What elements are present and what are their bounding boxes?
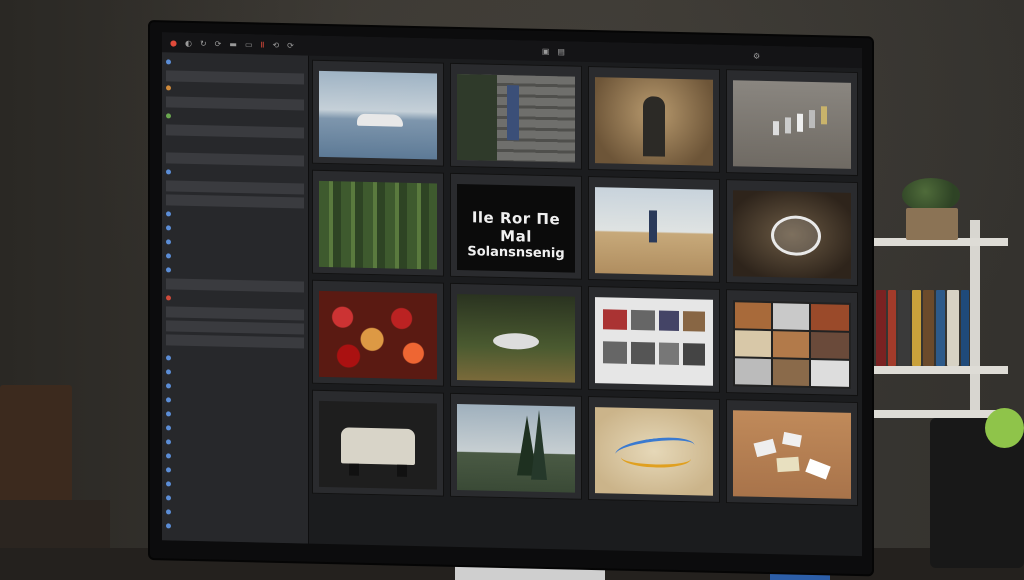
monitor: ● ◐ ↻ ⟳ ▬ ▭ Ⅱ ⟲ ⟳ ▣ ▤ ⚙ Ile Ror Πe Mal S…	[150, 22, 872, 575]
sidebar-panel	[162, 52, 309, 544]
sidebar-item[interactable]	[166, 306, 304, 321]
photo-grid-thumbnail	[733, 300, 851, 389]
sidebar-item[interactable]	[166, 194, 304, 209]
photo-grid: Ile Ror Πe Mal Solansnsenig	[312, 59, 858, 556]
calligraphy-art-photo	[595, 407, 713, 496]
sidebar-item[interactable]	[166, 366, 304, 380]
sidebar-item[interactable]	[166, 380, 304, 394]
sidebar-item[interactable]	[166, 56, 304, 70]
objects-still-life-photo	[733, 80, 851, 169]
book	[876, 290, 886, 366]
sidebar-item[interactable]	[166, 408, 304, 422]
sidebar-item[interactable]	[166, 506, 304, 520]
green-object	[985, 408, 1024, 448]
photo-cell[interactable]	[726, 179, 858, 287]
sidebar-item[interactable]	[166, 124, 304, 139]
photo-cell[interactable]	[312, 389, 444, 497]
toolbar-icon[interactable]: ⟲	[272, 40, 279, 49]
photo-cell[interactable]	[588, 65, 720, 173]
sculpture-in-forest-photo	[457, 293, 575, 383]
photo-cell[interactable]: Ile Ror Πe Mal Solansnsenig	[450, 172, 582, 280]
man-portrait-photo	[595, 77, 713, 166]
photo-cell[interactable]	[588, 175, 720, 283]
book	[961, 290, 969, 366]
sidebar-item[interactable]	[166, 264, 304, 278]
sidebar-item[interactable]	[166, 236, 304, 250]
sidebar-item[interactable]	[166, 152, 304, 167]
toolbar-icon[interactable]: ⚙	[753, 51, 760, 60]
photo-cell[interactable]	[312, 169, 444, 277]
sidebar-item[interactable]	[166, 464, 304, 478]
glass-sphere-photo	[733, 190, 851, 279]
photo-cell[interactable]	[588, 395, 720, 503]
photo-cell[interactable]	[726, 399, 858, 507]
classic-car-photo	[319, 400, 437, 490]
sidebar-item[interactable]	[166, 492, 304, 506]
sidebar-item[interactable]	[166, 166, 304, 180]
photo-cell[interactable]	[726, 289, 858, 397]
sidebar-item[interactable]	[166, 82, 304, 96]
sidebar-item[interactable]	[166, 320, 304, 335]
sidebar-item[interactable]	[166, 208, 304, 222]
shelf-board-middle	[868, 366, 1008, 374]
plant-pot	[906, 208, 958, 240]
photo-cell[interactable]	[588, 285, 720, 393]
landscape-trees-photo	[457, 403, 575, 493]
toolbar-icon[interactable]: ▣	[542, 46, 550, 55]
book	[898, 290, 910, 366]
person-on-stairs-photo	[457, 73, 575, 163]
sidebar-item[interactable]	[166, 96, 304, 111]
book	[947, 290, 959, 366]
sidebar-item[interactable]	[166, 180, 304, 195]
man-in-desert-photo	[595, 187, 713, 276]
poster-title: Ile Ror Πe Mal	[471, 208, 561, 246]
book	[923, 290, 934, 366]
monitor-screen: ● ◐ ↻ ⟳ ▬ ▭ Ⅱ ⟲ ⟳ ▣ ▤ ⚙ Ile Ror Πe Mal S…	[162, 32, 862, 557]
toolbar-icon[interactable]: ●	[170, 38, 177, 47]
toolbar-icon[interactable]: Ⅱ	[261, 40, 265, 49]
sidebar-item[interactable]	[166, 110, 304, 124]
sidebar-item[interactable]	[166, 352, 304, 366]
sidebar-item[interactable]	[166, 436, 304, 450]
sidebar-item[interactable]	[166, 292, 304, 306]
sidebar-item[interactable]	[166, 394, 304, 408]
poster-thumbnail: Ile Ror Πe Mal Solansnsenig	[457, 183, 575, 273]
toolbar-icon[interactable]: ↻	[200, 39, 207, 48]
photo-collage-thumbnail	[595, 297, 713, 386]
photo-cell[interactable]	[312, 279, 444, 387]
cards-on-table-photo	[733, 410, 851, 499]
sidebar-item[interactable]	[166, 278, 304, 293]
poster-subtitle: Solansnsenig	[467, 244, 565, 262]
toolbar-icon[interactable]: ◐	[185, 38, 192, 47]
sidebar-item[interactable]	[166, 520, 304, 534]
potted-plant	[902, 178, 960, 212]
car-on-salt-flat-photo	[319, 70, 437, 160]
book	[936, 290, 945, 366]
sidebar-item[interactable]	[166, 138, 304, 152]
apples-photo	[319, 290, 437, 380]
photo-cell[interactable]	[450, 282, 582, 390]
photo-cell[interactable]	[450, 62, 582, 170]
sidebar-item[interactable]	[166, 450, 304, 464]
book	[888, 290, 896, 366]
photo-cell[interactable]	[726, 69, 858, 177]
photo-cell[interactable]	[312, 59, 444, 167]
forest-photo	[319, 180, 437, 270]
sidebar-item[interactable]	[166, 222, 304, 236]
toolbar-icon[interactable]: ⟳	[215, 39, 222, 48]
book	[912, 290, 921, 366]
sidebar-item[interactable]	[166, 478, 304, 492]
sidebar-item[interactable]	[166, 422, 304, 436]
toolbar-icon[interactable]: ⟳	[287, 41, 294, 50]
sidebar-item[interactable]	[166, 250, 304, 264]
toolbar-icon[interactable]: ▭	[245, 40, 253, 49]
toolbar-icon[interactable]: ▬	[229, 39, 237, 48]
photo-cell[interactable]	[450, 392, 582, 500]
toolbar-icon[interactable]: ▤	[557, 47, 565, 56]
wooden-cabinet	[0, 385, 72, 505]
sidebar-item[interactable]	[166, 334, 304, 349]
